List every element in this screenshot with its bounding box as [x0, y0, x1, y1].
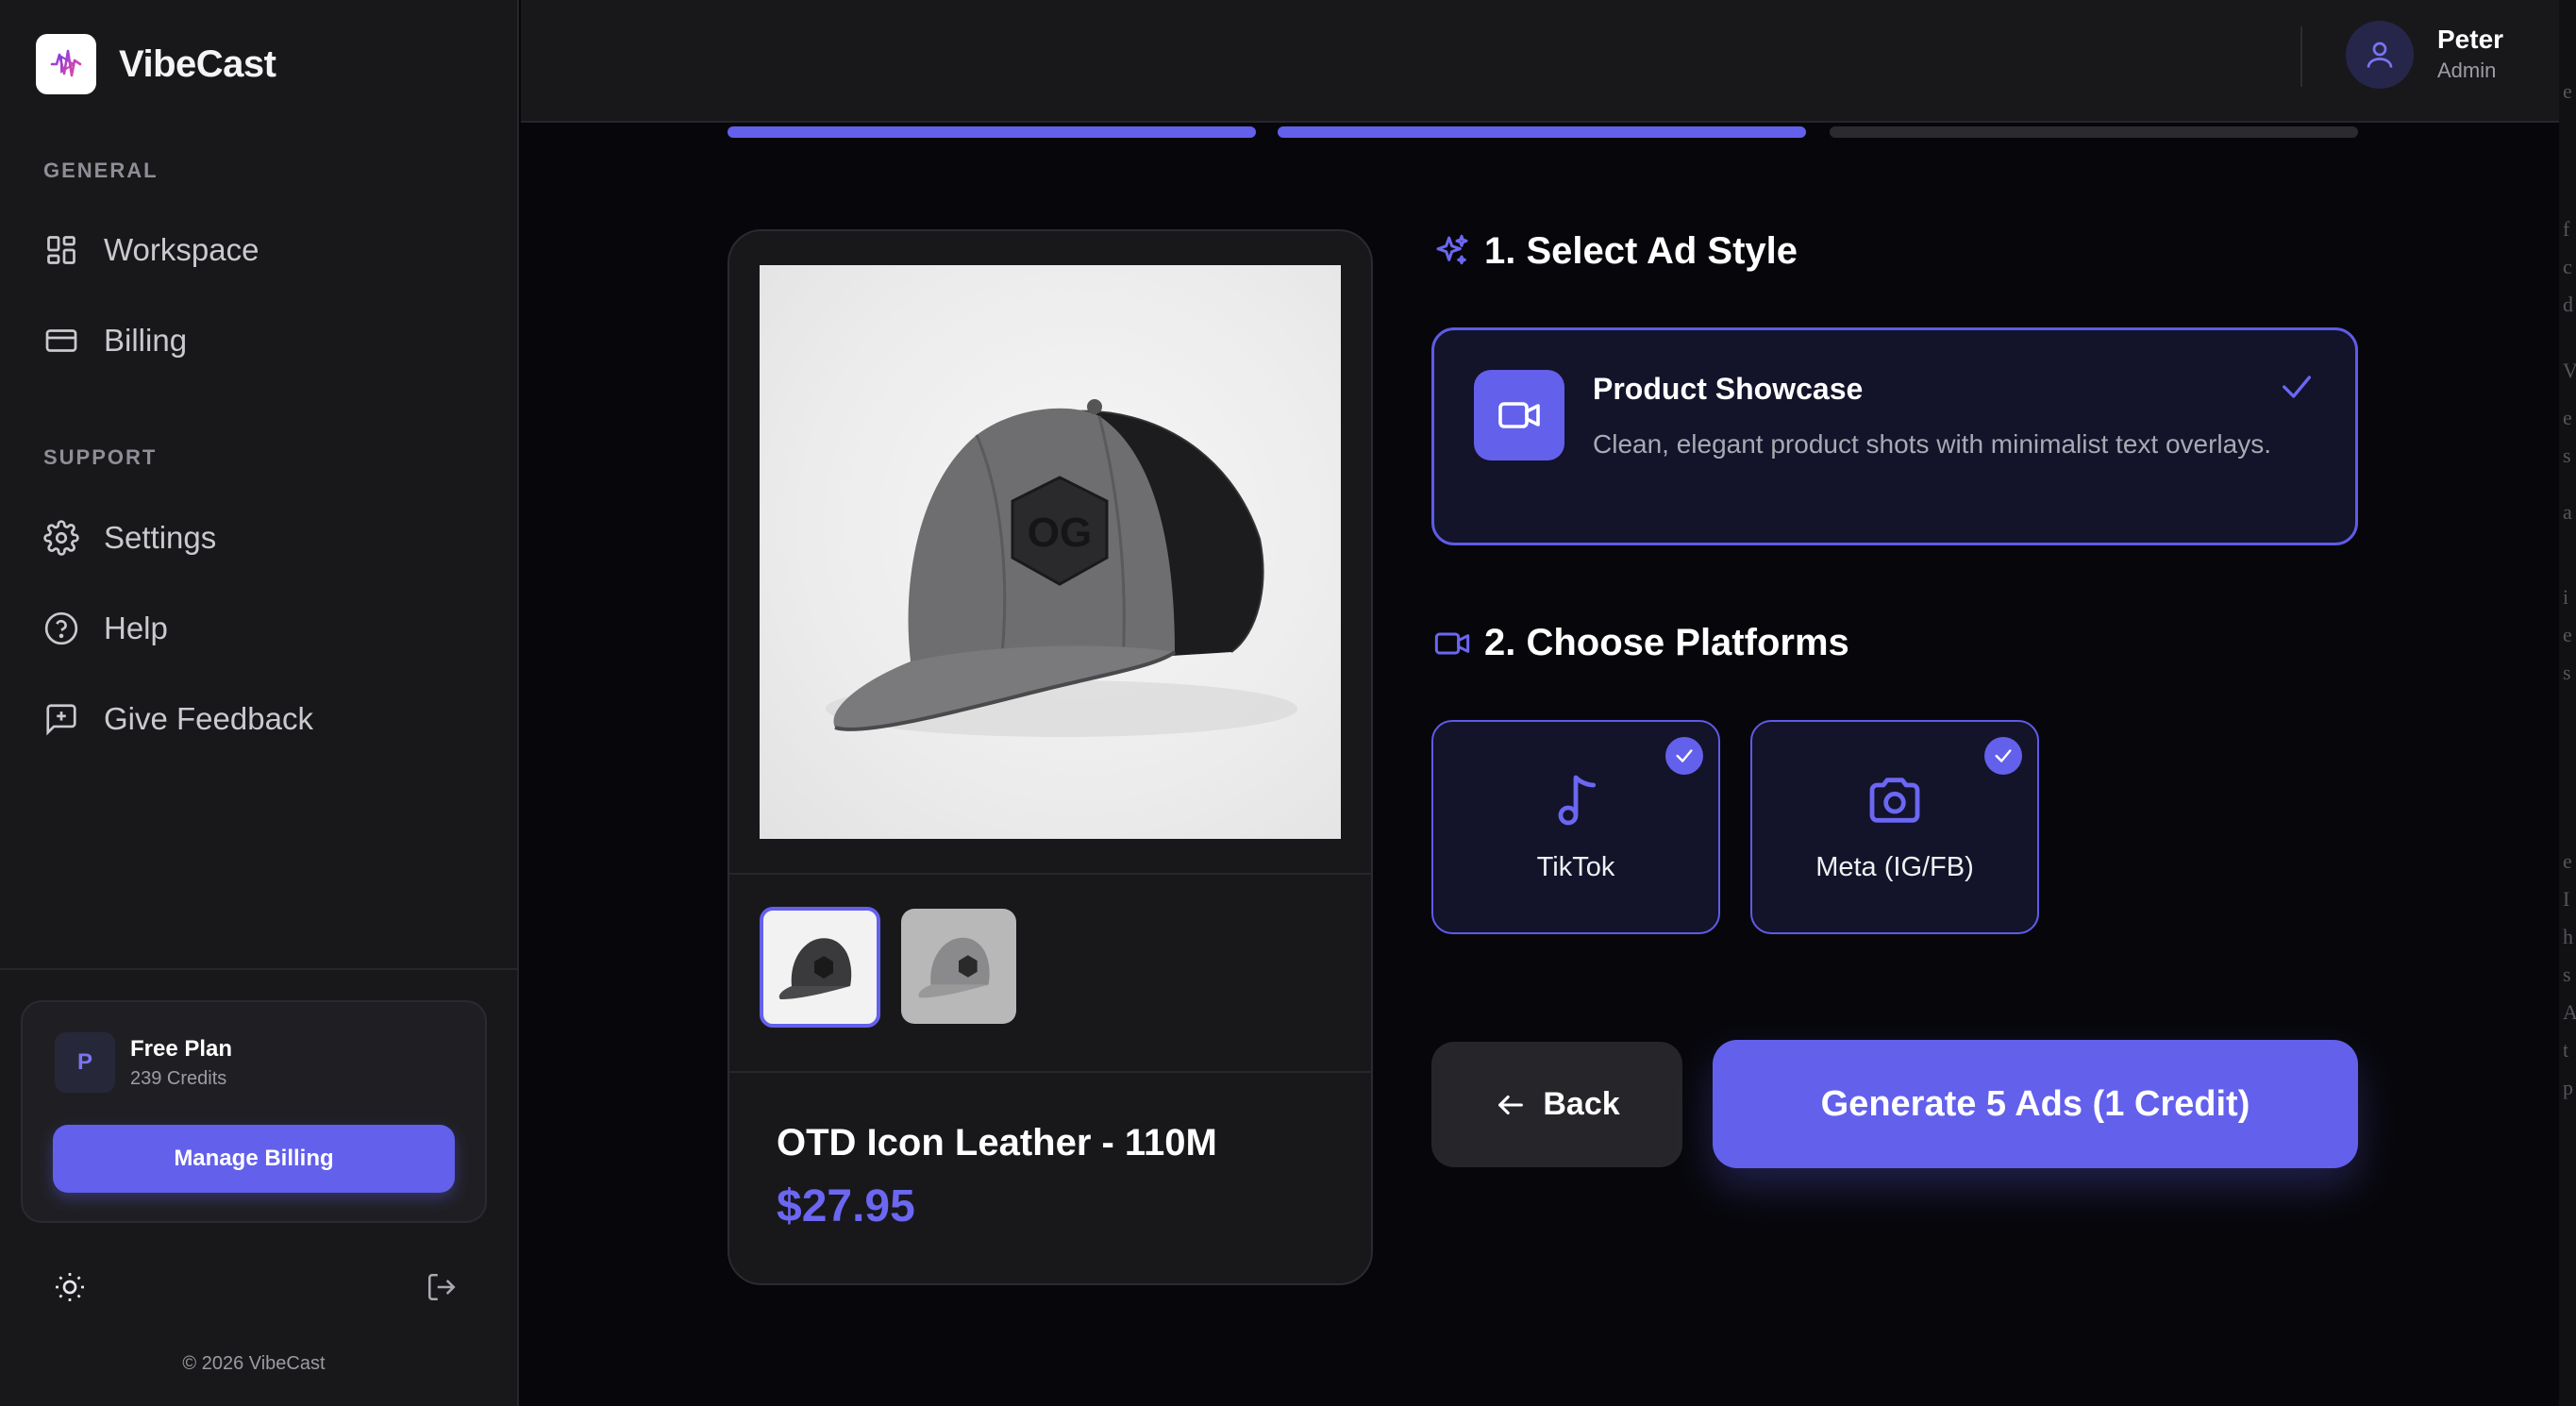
progress-step-3	[1830, 126, 2358, 138]
sidebar-item-billing[interactable]: Billing	[42, 321, 187, 360]
arrow-left-icon	[1494, 1088, 1528, 1122]
section-title-platforms: 2. Choose Platforms	[1431, 622, 1849, 664]
user-avatar[interactable]	[2346, 21, 2414, 89]
generate-ads-button[interactable]: Generate 5 Ads (1 Credit)	[1713, 1040, 2358, 1168]
progress-step-1	[728, 126, 1256, 138]
check-icon	[2278, 368, 2316, 406]
platform-label: Meta (IG/FB)	[1815, 852, 1974, 882]
sidebar-item-label: Help	[104, 611, 168, 645]
feedback-icon	[42, 699, 81, 739]
credit-card-icon	[42, 321, 81, 360]
product-price: $27.95	[777, 1181, 915, 1231]
topbar: Peter Admin	[521, 0, 2576, 123]
video-camera-icon	[1431, 623, 1473, 664]
section-title-text: 1. Select Ad Style	[1484, 230, 1798, 272]
sidebar-item-label: Settings	[104, 520, 217, 555]
section-label-general: GENERAL	[43, 159, 159, 182]
product-thumbnail-2[interactable]	[901, 909, 1016, 1024]
sidebar-item-help[interactable]: Help	[42, 609, 168, 648]
video-camera-icon	[1474, 370, 1564, 460]
product-thumbnail-1[interactable]	[760, 907, 880, 1028]
plan-name: Free Plan	[130, 1036, 233, 1062]
back-button-label: Back	[1543, 1086, 1620, 1122]
product-card: OG OTD Icon Leather - 110M $27.95	[728, 229, 1373, 1285]
app-name: VibeCast	[119, 42, 276, 85]
section-label-support: SUPPORT	[43, 445, 158, 469]
user-name: Peter	[2437, 25, 2504, 54]
vibecast-logo-icon	[36, 34, 96, 94]
ad-style-card-product-showcase[interactable]: Product Showcase Clean, elegant product …	[1431, 327, 2358, 545]
camera-icon	[1752, 767, 2037, 833]
manage-billing-button[interactable]: Manage Billing	[53, 1125, 455, 1193]
plan-credits: 239 Credits	[130, 1068, 227, 1089]
help-circle-icon	[42, 609, 81, 648]
music-note-icon	[1433, 767, 1718, 833]
sparkles-icon	[1431, 231, 1473, 273]
user-role: Admin	[2437, 59, 2497, 82]
sidebar-item-settings[interactable]: Settings	[42, 518, 216, 558]
user-icon	[2367, 42, 2393, 68]
theme-toggle-sun-icon[interactable]	[49, 1266, 91, 1308]
card-divider	[729, 873, 1371, 875]
topbar-divider	[2300, 26, 2302, 87]
sidebar-item-label: Billing	[104, 323, 188, 358]
platform-label: TikTok	[1536, 852, 1615, 882]
copyright: © 2026 VibeCast	[182, 1353, 326, 1374]
section-title-text: 2. Choose Platforms	[1484, 622, 1849, 663]
sidebar-item-give-feedback[interactable]: Give Feedback	[42, 699, 313, 739]
ad-style-title: Product Showcase	[1593, 372, 1864, 406]
sidebar: VibeCast GENERAL Workspace Billing SUPPO…	[0, 0, 519, 1406]
back-button[interactable]: Back	[1431, 1042, 1682, 1167]
plan-card: P Free Plan 239 Credits Manage Billing	[21, 1000, 487, 1223]
ad-style-description: Clean, elegant product shots with minima…	[1593, 429, 2271, 459]
platform-card-meta[interactable]: Meta (IG/FB)	[1750, 720, 2039, 934]
progress-step-2	[1278, 126, 1806, 138]
product-main-image: OG	[760, 265, 1341, 839]
card-divider	[729, 1071, 1371, 1073]
section-title-ad-style: 1. Select Ad Style	[1431, 230, 1798, 273]
sidebar-item-label: Workspace	[104, 232, 259, 267]
clipped-panel-edge: e f c d V e s a i e s e I h s A t p	[2559, 0, 2576, 1406]
sidebar-item-workspace[interactable]: Workspace	[42, 230, 259, 270]
sidebar-item-label: Give Feedback	[104, 701, 313, 736]
grid-icon	[42, 230, 81, 270]
plan-avatar: P	[55, 1032, 115, 1093]
gear-icon	[42, 518, 81, 558]
brand[interactable]: VibeCast	[36, 34, 276, 94]
platform-card-tiktok[interactable]: TikTok	[1431, 720, 1720, 934]
product-name: OTD Icon Leather - 110M	[777, 1122, 1217, 1163]
cap-logo-patch: OG	[1028, 510, 1092, 556]
sidebar-divider	[0, 968, 519, 970]
logout-icon[interactable]	[421, 1266, 462, 1308]
